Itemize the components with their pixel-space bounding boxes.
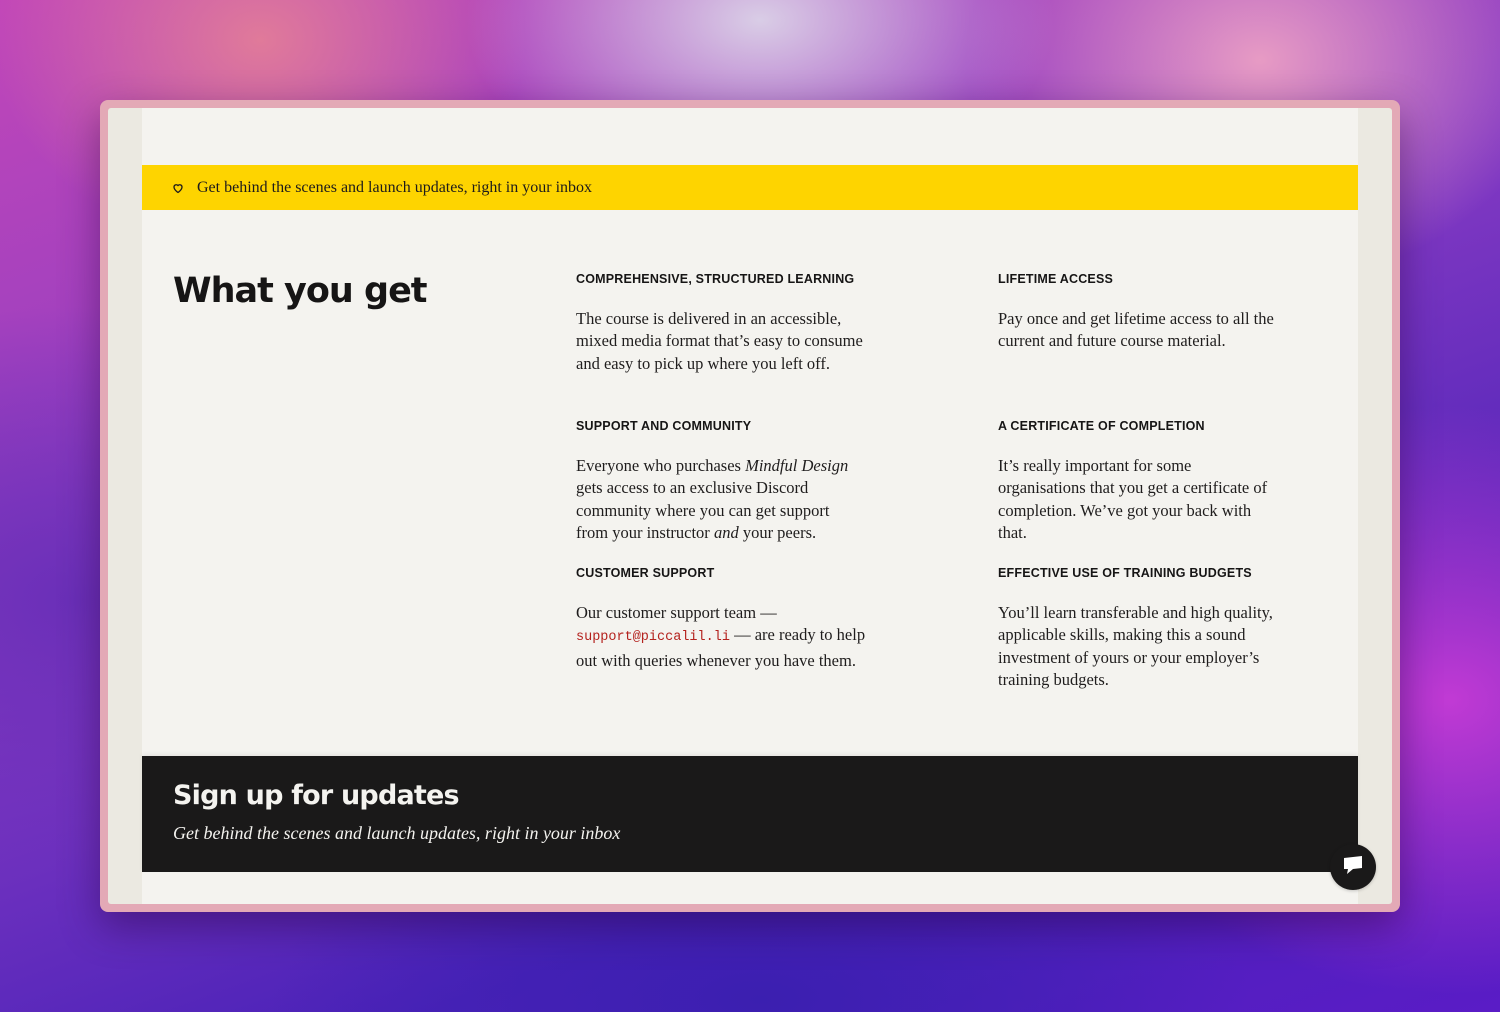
course-name: Mindful Design xyxy=(745,456,849,475)
support-email-link[interactable]: support@piccalil.li xyxy=(576,630,730,645)
feature-heading: SUPPORT AND COMMUNITY xyxy=(576,419,752,433)
signup-section: Sign up for updates Get behind the scene… xyxy=(142,756,1358,872)
chat-button[interactable] xyxy=(1330,844,1376,890)
feature-body: The course is delivered in an accessible… xyxy=(576,309,863,373)
feature-training-budgets: EFFECTIVE USE OF TRAINING BUDGETS You’ll… xyxy=(998,566,1278,692)
feature-lifetime-access: LIFETIME ACCESS Pay once and get lifetim… xyxy=(998,272,1278,353)
feature-support-community: SUPPORT AND COMMUNITY Everyone who purch… xyxy=(576,419,856,545)
feature-heading: EFFECTIVE USE OF TRAINING BUDGETS xyxy=(998,566,1252,580)
feature-certificate: A CERTIFICATE OF COMPLETION It’s really … xyxy=(998,419,1270,545)
viewport: Get behind the scenes and launch updates… xyxy=(108,108,1392,904)
feature-heading: A CERTIFICATE OF COMPLETION xyxy=(998,419,1205,433)
feature-heading: LIFETIME ACCESS xyxy=(998,272,1114,286)
feature-heading: COMPREHENSIVE, STRUCTURED LEARNING xyxy=(576,272,855,286)
feature-body: Everyone who purchases Mindful Design ge… xyxy=(576,456,849,543)
signup-subtitle: Get behind the scenes and launch updates… xyxy=(173,823,621,843)
banner-text: Get behind the scenes and launch updates… xyxy=(197,178,593,196)
feature-body: Our customer support team — support@picc… xyxy=(576,603,866,670)
page-content: Get behind the scenes and launch updates… xyxy=(142,108,1358,904)
feature-customer-support: CUSTOMER SUPPORT Our customer support te… xyxy=(576,566,866,672)
feature-heading: CUSTOMER SUPPORT xyxy=(576,566,715,580)
heart-icon xyxy=(172,182,184,194)
feature-body: Pay once and get lifetime access to all … xyxy=(998,309,1274,351)
feature-structured-learning: COMPREHENSIVE, STRUCTURED LEARNING The c… xyxy=(576,272,866,375)
feature-body: You’ll learn transferable and high quali… xyxy=(998,603,1273,690)
feature-body: It’s really important for some organisat… xyxy=(998,456,1268,543)
section-title: What you get xyxy=(173,271,428,311)
browser-window: Get behind the scenes and launch updates… xyxy=(100,100,1400,912)
chat-bubble-icon xyxy=(1342,855,1364,880)
signup-title: Sign up for updates xyxy=(173,780,460,811)
newsletter-banner[interactable]: Get behind the scenes and launch updates… xyxy=(142,165,1358,210)
